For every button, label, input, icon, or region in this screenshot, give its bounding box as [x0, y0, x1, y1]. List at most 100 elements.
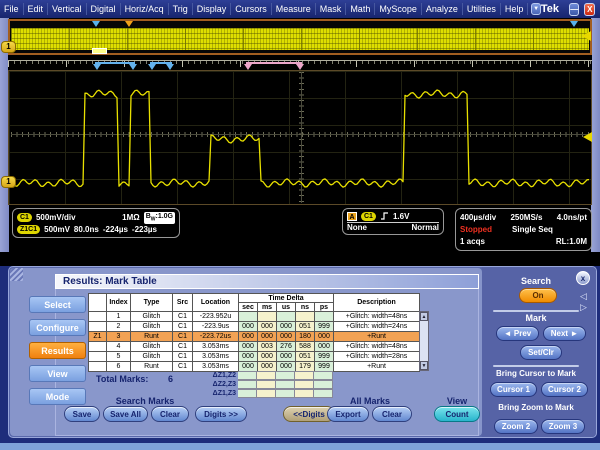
overview-trigger-level-arrow[interactable] — [582, 31, 591, 41]
menu-bar: FileEditVerticalDigitalHoriz/AcqTrigDisp… — [0, 0, 600, 18]
trigger-source-badge: C1 — [361, 212, 376, 221]
mark-table-row[interactable]: 4GlitchC13.053ms000003276588000+Glitch: … — [89, 342, 420, 352]
mark-table-row[interactable]: 1GlitchC1-223.952u+Glitch: width=48ns — [89, 312, 420, 322]
delta-empty-cell — [276, 371, 295, 380]
channel-readout-box: C1 500mV/div 1MΩ BW:1.0G Z1C1 500mV 80.0… — [12, 208, 180, 238]
clear-search-marks-button[interactable]: Clear — [151, 406, 189, 422]
channel1-position-badge[interactable]: 1 — [1, 176, 16, 188]
search-mark-bracket — [150, 62, 172, 64]
sidebar-tab-view[interactable]: View — [29, 365, 86, 382]
menu-utilities[interactable]: Utilities — [463, 3, 501, 15]
menu-edit[interactable]: Edit — [24, 3, 49, 15]
main-waveform-window[interactable] — [8, 70, 592, 205]
col-location: Location — [193, 294, 239, 312]
delta-empty-cell — [295, 389, 314, 398]
prev-mark-button[interactable]: ◄ Prev — [496, 326, 539, 341]
tek-logo: Tek — [541, 3, 569, 15]
acquisition-count: 1 acqs — [460, 237, 485, 246]
scroll-down-icon[interactable]: ▼ — [420, 361, 428, 370]
panel-next-arrow-icon[interactable]: ▷ — [580, 303, 587, 312]
overview-window[interactable] — [8, 19, 592, 55]
menu-vertical[interactable]: Vertical — [48, 3, 87, 15]
col-description: Description — [334, 294, 420, 312]
zoom-window-start: -224µs — [103, 225, 128, 234]
overview-waveform-band — [11, 28, 589, 50]
menu-digital[interactable]: Digital — [87, 3, 121, 15]
col-index: Index — [107, 294, 131, 312]
search-on-button[interactable]: On — [519, 288, 557, 303]
bring-cursor-label: Bring Cursor to Mark — [484, 369, 588, 378]
mark-label: Mark — [484, 313, 588, 323]
trigger-position-triangle-icon — [125, 21, 133, 27]
channel1-badge: C1 — [17, 213, 32, 222]
menu-help[interactable]: Help — [501, 3, 529, 15]
menu-horizacq[interactable]: Horiz/Acq — [121, 3, 169, 15]
panel-prev-arrow-icon[interactable]: ◁ — [580, 292, 587, 301]
menu-file[interactable]: File — [0, 3, 24, 15]
zoom-time-scale: 80.0ns — [74, 225, 99, 234]
dialog-grip[interactable] — [10, 268, 23, 281]
cursor2-button[interactable]: Cursor 2 — [541, 382, 588, 397]
col-ns: ns — [296, 303, 315, 312]
delta-summary: ΔZ1,Z2ΔZ2,Z3ΔZ1,Z3 — [88, 371, 333, 398]
menu-mask[interactable]: Mask — [316, 3, 347, 15]
sidebar-tab-mode[interactable]: Mode — [29, 388, 86, 405]
trigger-holdoff: None — [347, 223, 367, 232]
zoom-window-indicator[interactable] — [92, 48, 107, 54]
clear-all-marks-button[interactable]: Clear — [372, 406, 412, 422]
next-mark-button[interactable]: Next ► — [543, 326, 586, 341]
save-all-button[interactable]: Save All — [103, 406, 148, 422]
menu-math[interactable]: Math — [346, 3, 375, 15]
delta-row-label: ΔZ1,Z2 — [88, 371, 238, 380]
export-button[interactable]: Export — [327, 406, 369, 422]
close-button[interactable]: X — [584, 3, 595, 16]
mark-table-row[interactable]: 2GlitchC1-223.9us000000000051999+Glitch:… — [89, 322, 420, 332]
panel-divider-2 — [493, 365, 579, 367]
bring-zoom-label: Bring Zoom to Mark — [484, 403, 588, 412]
save-button[interactable]: Save — [64, 406, 100, 422]
digits-expand-button[interactable]: Digits >> — [195, 406, 247, 422]
trigger-readout-box: A C1 1.6V None Normal — [342, 208, 444, 235]
cursor1-button[interactable]: Cursor 1 — [490, 382, 537, 397]
mark-table-row[interactable]: 6RuntC13.053ms000000000179999+Runt — [89, 362, 420, 372]
delta-empty-cell — [314, 380, 333, 389]
col-ms: ms — [258, 303, 277, 312]
col-type: Type — [131, 294, 173, 312]
menu-analyze[interactable]: Analyze — [422, 3, 463, 15]
sidebar-tab-results[interactable]: Results — [29, 342, 86, 359]
sidebar-tab-select[interactable]: Select — [29, 296, 86, 313]
scroll-up-icon[interactable]: ▲ — [420, 312, 428, 321]
menu-overflow-button[interactable]: ▼ — [531, 3, 540, 15]
menu-cursors[interactable]: Cursors — [231, 3, 272, 15]
delta-empty-cell — [257, 389, 276, 398]
delta-empty-cell — [295, 380, 314, 389]
mark-triangle-icon — [570, 21, 578, 27]
menu-myscope[interactable]: MyScope — [375, 3, 422, 15]
delta-empty-cell — [276, 380, 295, 389]
delta-empty-cell — [238, 380, 257, 389]
trigger-mode: Normal — [411, 223, 439, 232]
channel1-waveform-trace — [9, 71, 591, 204]
set-clear-button[interactable]: Set/Clr — [520, 345, 562, 360]
overview-channel-badge[interactable]: 1 — [1, 41, 16, 53]
table-scrollbar[interactable]: ▲ ▼ — [419, 311, 429, 371]
menu-display[interactable]: Display — [193, 3, 232, 15]
menu-measure[interactable]: Measure — [272, 3, 316, 15]
view-label: View — [432, 396, 482, 406]
all-marks-label: All Marks — [325, 396, 415, 406]
sidebar-tab-configure[interactable]: Configure — [29, 319, 86, 336]
mark-triangle-icon — [92, 21, 100, 27]
sample-rate: 250MS/s — [510, 213, 542, 222]
menu-trig[interactable]: Trig — [169, 3, 193, 15]
delta-empty-cell — [276, 389, 295, 398]
mark-table-row[interactable]: Z13RuntC1-223.72us000000000180000+Runt — [89, 332, 420, 342]
delta-empty-cell — [238, 371, 257, 380]
search-label: Search — [484, 276, 588, 286]
trigger-level-arrow[interactable] — [583, 132, 592, 142]
mark-table-row[interactable]: 5GlitchC13.053ms000000000051999+Glitch: … — [89, 352, 420, 362]
zoom2-button[interactable]: Zoom 2 — [494, 419, 538, 434]
count-button[interactable]: Count — [434, 406, 480, 422]
zoom3-button[interactable]: Zoom 3 — [541, 419, 585, 434]
minimize-button[interactable]: — — [569, 3, 580, 16]
col-time-delta: Time Delta — [239, 294, 334, 303]
